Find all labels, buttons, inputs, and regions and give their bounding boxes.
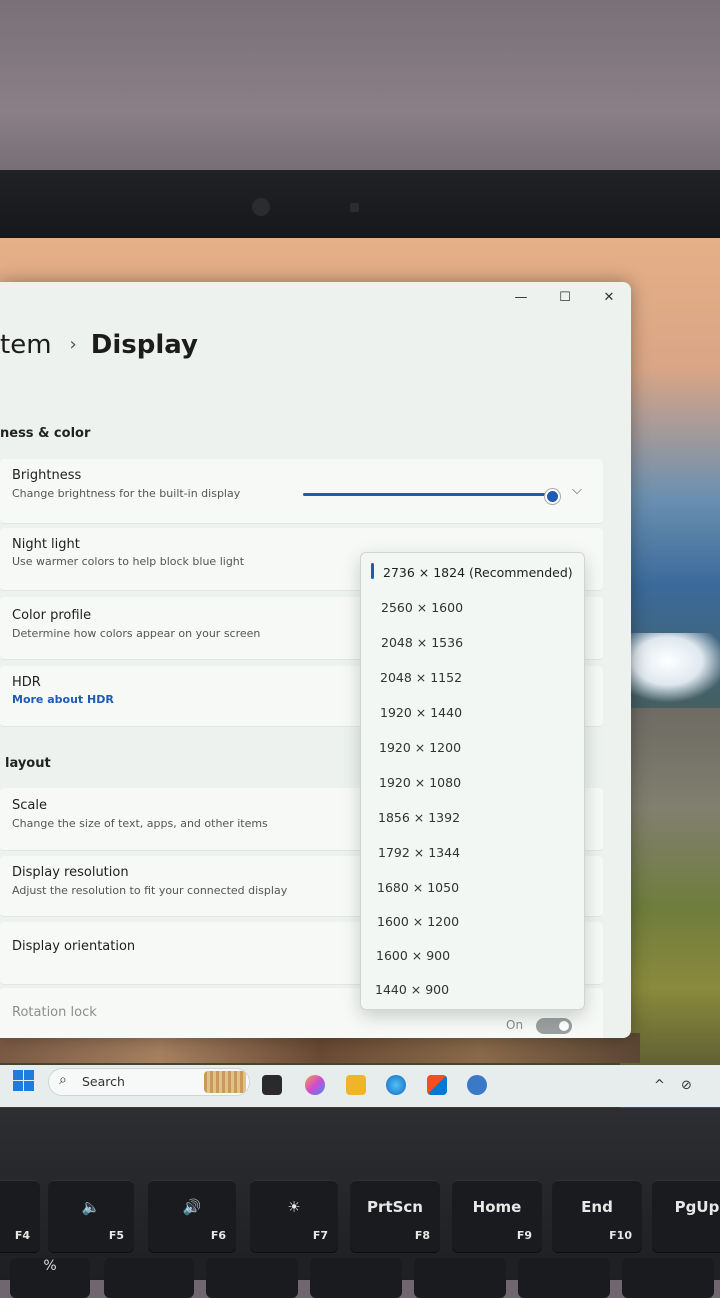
display-resolution-subtitle: Adjust the resolution to fit your connec… <box>12 884 288 897</box>
color-profile-title: Color profile <box>12 608 92 623</box>
key-row2 <box>622 1258 714 1298</box>
resolution-option[interactable]: 2560 × 1600 <box>381 600 463 615</box>
resolution-option[interactable]: 1792 × 1344 <box>378 845 460 860</box>
caption-buttons: — ☐ ✕ <box>499 282 631 312</box>
brightness-card: Brightness Change brightness for the bui… <box>0 459 603 524</box>
tray-overflow-chevron-icon[interactable]: ^ <box>654 1078 665 1093</box>
resolution-dropdown-list: 2736 × 1824 (Recommended) 2560 × 1600 20… <box>360 552 585 1010</box>
rotation-lock-toggle[interactable] <box>536 1018 572 1034</box>
background-room <box>0 0 720 185</box>
search-highlight-image <box>204 1071 246 1093</box>
key-percent: % <box>10 1258 90 1298</box>
search-icon: ⌕ <box>59 1072 67 1088</box>
resolution-option[interactable]: 2048 × 1536 <box>381 635 463 650</box>
taskbar-search-label: Search <box>82 1074 125 1089</box>
key-row2 <box>414 1258 506 1298</box>
resolution-option[interactable]: 1920 × 1440 <box>380 705 462 720</box>
resolution-option[interactable]: 2048 × 1152 <box>380 670 462 685</box>
key-f8-prtscn: PrtScn F8 <box>350 1180 440 1252</box>
color-profile-subtitle: Determine how colors appear on your scre… <box>12 627 261 640</box>
night-light-subtitle: Use warmer colors to help block blue lig… <box>12 555 245 568</box>
brightness-subtitle: Change brightness for the built-in displ… <box>12 487 241 500</box>
brightness-slider-thumb[interactable] <box>545 489 560 504</box>
resolution-option[interactable]: 2736 × 1824 (Recommended) <box>383 565 573 580</box>
page-title: Display <box>90 330 198 360</box>
display-resolution-title: Display resolution <box>12 865 129 880</box>
resolution-option[interactable]: 1920 × 1080 <box>379 775 461 790</box>
hdr-more-link[interactable]: More about HDR <box>12 693 114 706</box>
night-light-title: Night light <box>12 537 80 552</box>
rotation-lock-title: Rotation lock <box>12 1005 97 1020</box>
key-row2 <box>206 1258 298 1298</box>
scale-title: Scale <box>12 798 47 813</box>
brightness-title: Brightness <box>12 468 82 483</box>
hdr-title: HDR <box>12 675 41 690</box>
ir-sensor <box>350 203 359 212</box>
key-row2 <box>518 1258 610 1298</box>
key-f10-end: End F10 <box>552 1180 642 1252</box>
key-f4: F4 <box>0 1180 40 1252</box>
breadcrumb-parent[interactable]: tem <box>0 330 52 360</box>
key-f7-brightness: ☀ F7 <box>250 1180 338 1252</box>
network-offline-icon[interactable]: ⊘ <box>681 1078 692 1093</box>
resolution-option[interactable]: 1600 × 1200 <box>377 914 459 929</box>
key-f6-volume-up: 🔊 F6 <box>148 1180 236 1252</box>
key-f9-home: Home F9 <box>452 1180 542 1252</box>
rotation-lock-state: On <box>506 1018 524 1032</box>
settings-gear-icon[interactable] <box>467 1075 487 1095</box>
minimize-button[interactable]: — <box>499 282 543 312</box>
microsoft-store-icon[interactable] <box>427 1075 447 1095</box>
maximize-button[interactable]: ☐ <box>543 282 587 312</box>
breadcrumb: tem › Display <box>0 330 198 360</box>
resolution-option[interactable]: 1600 × 900 <box>376 948 450 963</box>
taskbar-search-box[interactable]: ⌕ Search <box>48 1068 250 1096</box>
copilot-icon[interactable] <box>305 1075 325 1095</box>
task-view-icon[interactable] <box>262 1075 282 1095</box>
key-pgup: PgUp <box>652 1180 720 1252</box>
section-heading-brightness-color: ness & color <box>0 426 91 441</box>
close-button[interactable]: ✕ <box>587 282 631 312</box>
resolution-option[interactable]: 1856 × 1392 <box>378 810 460 825</box>
brightness-slider-track <box>303 493 549 496</box>
resolution-option[interactable]: 1440 × 900 <box>375 982 449 997</box>
wallpaper-clouds <box>628 633 720 703</box>
display-orientation-title: Display orientation <box>12 939 136 954</box>
edge-browser-icon[interactable] <box>386 1075 406 1095</box>
selected-indicator <box>371 563 374 579</box>
key-f5-volume-down: 🔈 F5 <box>48 1180 134 1252</box>
section-heading-layout: layout <box>5 756 51 771</box>
start-windows-icon[interactable] <box>13 1070 35 1092</box>
resolution-option[interactable]: 1920 × 1200 <box>379 740 461 755</box>
resolution-option[interactable]: 1680 × 1050 <box>377 880 459 895</box>
breadcrumb-separator-icon: › <box>69 334 77 355</box>
file-explorer-icon[interactable] <box>346 1075 366 1095</box>
scale-subtitle: Change the size of text, apps, and other… <box>12 817 268 830</box>
brightness-expand-chevron-icon[interactable]: ⌵ <box>572 483 582 498</box>
key-row2 <box>104 1258 194 1298</box>
webcam <box>252 198 270 216</box>
settings-window: — ☐ ✕ tem › Display ness & color Brightnes… <box>0 282 631 1038</box>
key-row2 <box>310 1258 402 1298</box>
